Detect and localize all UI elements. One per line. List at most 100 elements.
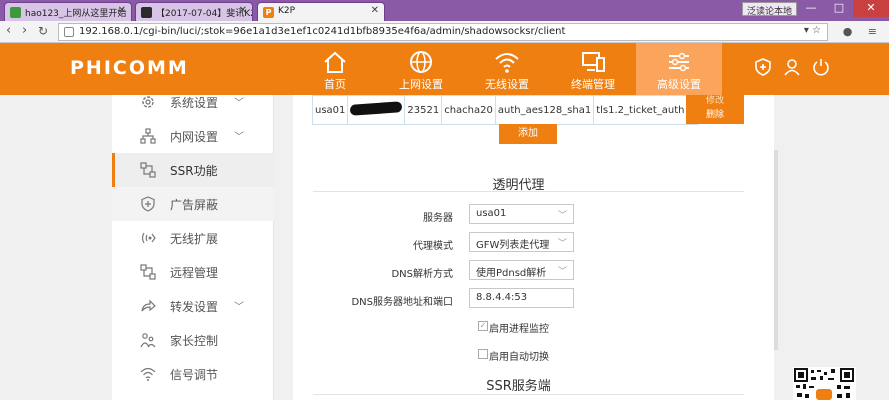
sidebar-item-system-settings[interactable]: 系统设置 ﹀ bbox=[112, 85, 274, 119]
url-text: 192.168.0.1/cgi-bin/luci/;stok=96e1a1d3e… bbox=[79, 26, 566, 37]
browser-tab-hao123[interactable]: hao123_上网从这里开始 ✕ bbox=[4, 2, 132, 21]
network-icon bbox=[140, 128, 156, 144]
nav-home[interactable]: 首页 bbox=[292, 43, 378, 95]
browser-profile-label[interactable]: 泛读论本地 bbox=[741, 2, 797, 17]
add-server-button[interactable]: 添加 bbox=[499, 124, 557, 144]
nav-device-management[interactable]: 终端管理 bbox=[550, 43, 636, 95]
close-icon[interactable]: ✕ bbox=[118, 5, 126, 16]
sidebar-item-label: SSR功能 bbox=[170, 164, 218, 178]
edit-button[interactable]: 修改 bbox=[686, 95, 744, 107]
nav-label: 终端管理 bbox=[571, 78, 615, 91]
chevron-down-icon: ﹀ bbox=[557, 211, 567, 221]
back-icon[interactable]: ‹ bbox=[6, 24, 11, 38]
sidebar-item-label: 远程管理 bbox=[170, 266, 219, 280]
table-row: usa01 23521 chacha20 auth_aes128_sha1 tl… bbox=[311, 95, 699, 125]
nav-internet-settings[interactable]: 上网设置 bbox=[378, 43, 464, 95]
dns-server-value: 8.8.4.4:53 bbox=[476, 292, 528, 303]
devices-icon bbox=[582, 52, 605, 72]
dns-mode-value: 使用Pdnsd解析 bbox=[476, 268, 547, 279]
chevron-down-icon: ﹀ bbox=[557, 267, 567, 277]
chevron-down-icon: ﹀ bbox=[557, 239, 567, 249]
chevron-down-icon: ﹀ bbox=[234, 302, 244, 313]
bookmark-star-icon[interactable]: ▾ ☆ bbox=[804, 25, 821, 36]
close-icon[interactable]: ✕ bbox=[371, 5, 379, 16]
page-favicon-icon bbox=[141, 7, 152, 18]
sidebar-item-lan-settings[interactable]: 内网设置 ﹀ bbox=[112, 119, 274, 153]
qr-code bbox=[793, 367, 856, 400]
nav-advanced-settings[interactable]: 高级设置 bbox=[636, 43, 722, 95]
auto-switch-label: 启用自动切换 bbox=[489, 352, 549, 363]
sidebar-item-label: 家长控制 bbox=[170, 334, 219, 348]
window-close-button[interactable]: ✕ bbox=[853, 0, 889, 17]
dns-mode-select[interactable]: 使用Pdnsd解析 ﹀ bbox=[469, 260, 574, 280]
proxy-mode-select[interactable]: GFW列表走代理 ﹀ bbox=[469, 232, 574, 252]
panel-scrollbar[interactable] bbox=[774, 150, 778, 350]
sidebar-item-ad-block[interactable]: 广告屏蔽 bbox=[112, 187, 274, 221]
ssr-icon bbox=[140, 162, 156, 178]
server-select[interactable]: usa01 ﹀ bbox=[469, 204, 574, 224]
nav-label: 高级设置 bbox=[657, 78, 701, 91]
browser-menu-icons[interactable]: ● ≡ bbox=[843, 25, 883, 38]
minimize-button[interactable]: — bbox=[797, 0, 825, 17]
ssr-client-panel: usa01 23521 chacha20 auth_aes128_sha1 tl… bbox=[293, 95, 774, 400]
home-icon bbox=[324, 51, 346, 73]
server-select-value: usa01 bbox=[476, 208, 507, 219]
sidebar-item-label: 系统设置 bbox=[170, 96, 219, 110]
server-address-cell bbox=[347, 95, 406, 125]
gear-icon bbox=[140, 94, 156, 110]
sidebar-item-label: 信号调节 bbox=[170, 368, 219, 382]
dns-mode-label: DNS解析方式 bbox=[391, 269, 453, 280]
parental-icon bbox=[140, 332, 156, 348]
section-title-ssr-server: SSR服务端 bbox=[486, 379, 551, 394]
globe-icon bbox=[410, 51, 432, 73]
page-info-icon[interactable] bbox=[64, 27, 74, 37]
chevron-down-icon: ﹀ bbox=[234, 98, 244, 109]
nav-label: 无线设置 bbox=[485, 78, 529, 91]
tab-title: hao123_上网从这里开始 bbox=[25, 9, 127, 19]
signal-icon bbox=[140, 366, 156, 382]
sidebar-item-label: 内网设置 bbox=[170, 130, 219, 144]
delete-button[interactable]: 删除 bbox=[686, 109, 744, 121]
chevron-down-icon: ﹀ bbox=[234, 132, 244, 143]
sidebar-item-remote-management[interactable]: 远程管理 bbox=[112, 255, 274, 289]
wifi-icon bbox=[495, 53, 519, 73]
maximize-button[interactable]: □ bbox=[825, 0, 853, 17]
dns-server-label: DNS服务器地址和端口 bbox=[351, 297, 453, 308]
sidebar-item-parental-control[interactable]: 家长控制 bbox=[112, 323, 274, 357]
browser-tab-k2-article[interactable]: 【2017-07-04】斐讯K2 ✕ bbox=[135, 2, 253, 21]
proxy-mode-label: 代理模式 bbox=[413, 241, 453, 252]
browser-tab-k2p[interactable]: P K2P ✕ bbox=[257, 2, 385, 21]
sidebar-item-signal-adjust[interactable]: 信号调节 bbox=[112, 357, 274, 391]
auto-switch-checkbox[interactable] bbox=[478, 349, 488, 359]
sidebar-item-wireless-extend[interactable]: 无线扩展 bbox=[112, 221, 274, 255]
address-bar: ‹ › ↻ 192.168.0.1/cgi-bin/luci/;stok=96e… bbox=[0, 21, 889, 43]
server-protocol-cell: auth_aes128_sha1 bbox=[494, 95, 595, 125]
tab-title: K2P bbox=[278, 6, 296, 16]
nav-wireless-settings[interactable]: 无线设置 bbox=[464, 43, 550, 95]
reload-icon[interactable]: ↻ bbox=[38, 24, 48, 38]
user-icon[interactable] bbox=[783, 58, 801, 76]
shield-plus-icon bbox=[140, 196, 156, 212]
browser-tab-strip: hao123_上网从这里开始 ✕ 【2017-07-04】斐讯K2 ✕ P K2… bbox=[0, 0, 889, 21]
server-label: 服务器 bbox=[423, 213, 453, 224]
power-icon[interactable] bbox=[812, 58, 830, 76]
sidebar-item-ssr[interactable]: SSR功能 bbox=[112, 153, 274, 187]
phicomm-qr-logo-icon bbox=[816, 389, 832, 400]
process-monitor-checkbox[interactable]: ✓ bbox=[478, 321, 488, 331]
phicomm-favicon-icon: P bbox=[263, 7, 274, 18]
nav-label: 首页 bbox=[324, 78, 346, 91]
sidebar-item-label: 无线扩展 bbox=[170, 232, 219, 246]
sidebar-item-forwarding[interactable]: 转发设置 ﹀ bbox=[112, 289, 274, 323]
server-encrypt-cell: chacha20 bbox=[441, 95, 496, 125]
shield-plus-icon[interactable] bbox=[754, 58, 772, 76]
url-input[interactable]: 192.168.0.1/cgi-bin/luci/;stok=96e1a1d3e… bbox=[58, 23, 828, 41]
sidebar-item-label: 转发设置 bbox=[170, 300, 219, 314]
sliders-icon bbox=[669, 52, 689, 72]
server-alias-cell: usa01 bbox=[311, 95, 349, 125]
redacted-address bbox=[350, 101, 403, 116]
forward-icon[interactable]: › bbox=[22, 24, 27, 38]
dns-server-input[interactable]: 8.8.4.4:53 bbox=[469, 288, 574, 308]
divider bbox=[313, 394, 744, 395]
checkmark-favicon-icon bbox=[10, 7, 21, 18]
close-icon[interactable]: ✕ bbox=[239, 5, 247, 16]
